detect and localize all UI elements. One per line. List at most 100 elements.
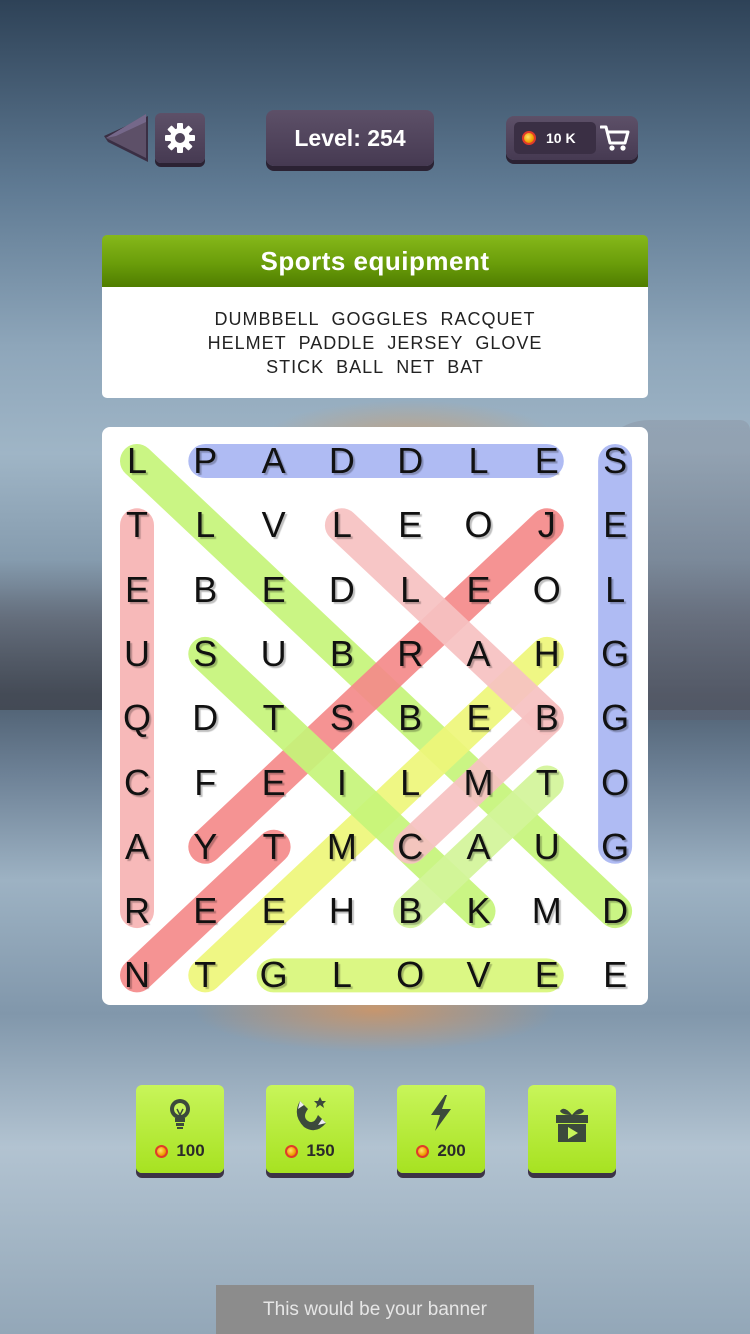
grid-cell[interactable]: E <box>244 560 304 620</box>
grid-cell[interactable]: E <box>585 945 645 1005</box>
grid-cell[interactable]: H <box>517 624 577 684</box>
grid-cell[interactable]: L <box>107 431 167 491</box>
hint-cost: 100 <box>136 1141 224 1161</box>
grid-cell[interactable]: B <box>380 881 440 941</box>
grid-cell[interactable]: U <box>244 624 304 684</box>
grid-cell[interactable]: H <box>312 881 372 941</box>
word-item: RACQUET <box>440 309 536 329</box>
lightbulb-icon <box>170 1099 190 1129</box>
grid-cell[interactable]: F <box>175 753 235 813</box>
grid-cell[interactable]: G <box>585 688 645 748</box>
grid-cell[interactable]: I <box>312 753 372 813</box>
grid-cell[interactable]: T <box>517 753 577 813</box>
grid-cell[interactable]: D <box>585 881 645 941</box>
grid-cell[interactable]: V <box>244 495 304 555</box>
grid-cell[interactable]: O <box>585 753 645 813</box>
coin-count: 10 K <box>546 130 576 146</box>
word-list-row: DUMBBELL GOGGLES RACQUET <box>102 307 648 331</box>
magnet-cost: 150 <box>266 1141 354 1161</box>
word-item: BAT <box>447 357 484 377</box>
grid-cell[interactable]: L <box>449 431 509 491</box>
grid-cell[interactable]: L <box>175 495 235 555</box>
back-arrow-icon <box>104 114 148 162</box>
magnet-cost-value: 150 <box>306 1141 335 1160</box>
grid-cell[interactable]: M <box>449 753 509 813</box>
grid-cell[interactable]: E <box>585 495 645 555</box>
magnet-booster-button[interactable]: 150 <box>266 1085 354 1173</box>
grid-cell[interactable]: S <box>585 431 645 491</box>
level-label: Level: 254 <box>294 124 406 151</box>
grid-cell[interactable]: Q <box>107 688 167 748</box>
grid-cell[interactable]: D <box>312 560 372 620</box>
grid-cell[interactable]: B <box>517 688 577 748</box>
grid-cell[interactable]: L <box>380 560 440 620</box>
grid-cell[interactable]: B <box>312 624 372 684</box>
grid-cell[interactable]: L <box>380 753 440 813</box>
grid-cell[interactable]: E <box>380 495 440 555</box>
ad-banner-text: This would be your banner <box>263 1298 487 1320</box>
grid-cell[interactable]: E <box>517 431 577 491</box>
grid-cell[interactable]: N <box>107 945 167 1005</box>
grid-cell[interactable]: E <box>517 945 577 1005</box>
back-button[interactable] <box>104 114 148 164</box>
grid-cell[interactable]: U <box>107 624 167 684</box>
grid-cell[interactable]: E <box>107 560 167 620</box>
grid-cell[interactable]: B <box>380 688 440 748</box>
grid-cell[interactable]: C <box>380 817 440 877</box>
word-item: BALL <box>336 357 385 377</box>
grid-cell[interactable]: A <box>449 817 509 877</box>
grid-cell[interactable]: L <box>585 560 645 620</box>
category-title: Sports equipment <box>260 245 490 276</box>
grid-cell[interactable]: S <box>312 688 372 748</box>
grid-cell[interactable]: C <box>107 753 167 813</box>
grid-cell[interactable]: A <box>244 431 304 491</box>
magnet-icon <box>296 1097 326 1131</box>
category-title-bar: Sports equipment <box>102 235 648 287</box>
grid-cell[interactable]: A <box>449 624 509 684</box>
grid-cell[interactable]: J <box>517 495 577 555</box>
grid-cell[interactable]: D <box>175 688 235 748</box>
grid-cell[interactable]: R <box>380 624 440 684</box>
grid-cell[interactable]: P <box>175 431 235 491</box>
lightning-booster-button[interactable]: 200 <box>397 1085 485 1173</box>
grid-cell[interactable]: L <box>312 495 372 555</box>
grid-cell[interactable]: D <box>380 431 440 491</box>
hint-booster-button[interactable]: 100 <box>136 1085 224 1173</box>
settings-button[interactable] <box>155 113 205 163</box>
grid-cell[interactable]: D <box>312 431 372 491</box>
grid-cell[interactable]: G <box>244 945 304 1005</box>
gift-video-button[interactable] <box>528 1085 616 1173</box>
grid-cell[interactable]: S <box>175 624 235 684</box>
grid-cell[interactable]: K <box>449 881 509 941</box>
grid-cell[interactable]: G <box>585 624 645 684</box>
letter-grid-board[interactable]: LPADDLESTLVLEOJEEBEDLEOLUSUBRAHGQDTSBEBG… <box>102 427 648 1005</box>
grid-cell[interactable]: E <box>244 753 304 813</box>
grid-cell[interactable]: A <box>107 817 167 877</box>
grid-cell[interactable]: E <box>244 881 304 941</box>
grid-cell[interactable]: T <box>107 495 167 555</box>
word-item: GOGGLES <box>331 309 429 329</box>
grid-cell[interactable]: O <box>380 945 440 1005</box>
grid-cell[interactable]: O <box>517 560 577 620</box>
grid-cell[interactable]: E <box>175 881 235 941</box>
lightning-cost-value: 200 <box>437 1141 466 1160</box>
coins-shop-button[interactable]: 10 K <box>506 116 638 160</box>
grid-cell[interactable]: M <box>517 881 577 941</box>
grid-cell[interactable]: M <box>312 817 372 877</box>
grid-cell[interactable]: O <box>449 495 509 555</box>
grid-cell[interactable]: Y <box>175 817 235 877</box>
grid-cell[interactable]: R <box>107 881 167 941</box>
grid-cell[interactable]: L <box>312 945 372 1005</box>
word-list-row: STICK BALL NET BAT <box>102 355 648 379</box>
ad-banner[interactable]: This would be your banner <box>216 1285 534 1334</box>
grid-cell[interactable]: U <box>517 817 577 877</box>
word-item: HELMET <box>207 333 287 353</box>
grid-cell[interactable]: E <box>449 560 509 620</box>
grid-cell[interactable]: V <box>449 945 509 1005</box>
grid-cell[interactable]: B <box>175 560 235 620</box>
grid-cell[interactable]: T <box>244 688 304 748</box>
grid-cell[interactable]: T <box>175 945 235 1005</box>
grid-cell[interactable]: T <box>244 817 304 877</box>
grid-cell[interactable]: E <box>449 688 509 748</box>
grid-cell[interactable]: G <box>585 817 645 877</box>
